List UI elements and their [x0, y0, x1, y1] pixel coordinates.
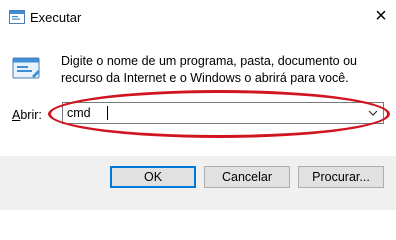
text-caret	[107, 106, 108, 120]
window-title: Executar	[30, 10, 82, 25]
command-input-value: cmd	[67, 106, 91, 120]
description-text: Digite o nome de um programa, pasta, doc…	[61, 53, 381, 87]
close-button[interactable]: ×	[372, 6, 390, 26]
run-icon	[9, 10, 25, 24]
chevron-down-icon[interactable]	[367, 107, 379, 119]
dialog-content: Digite o nome de um programa, pasta, doc…	[0, 36, 396, 156]
browse-button[interactable]: Procurar...	[298, 166, 384, 188]
description-line-2: recurso da Internet e o Windows o abrirá…	[61, 71, 349, 85]
open-label-rest: brir:	[20, 108, 42, 122]
open-label: Abrir:	[12, 108, 42, 122]
title-bar: Executar ×	[0, 0, 396, 36]
run-dialog: Executar × Digite o nome de um programa,…	[0, 0, 396, 210]
ok-button[interactable]: OK	[110, 166, 196, 188]
cancel-button[interactable]: Cancelar	[204, 166, 290, 188]
command-input[interactable]: cmd	[62, 102, 384, 124]
description-line-1: Digite o nome de um programa, pasta, doc…	[61, 54, 358, 68]
run-app-icon	[12, 56, 42, 82]
